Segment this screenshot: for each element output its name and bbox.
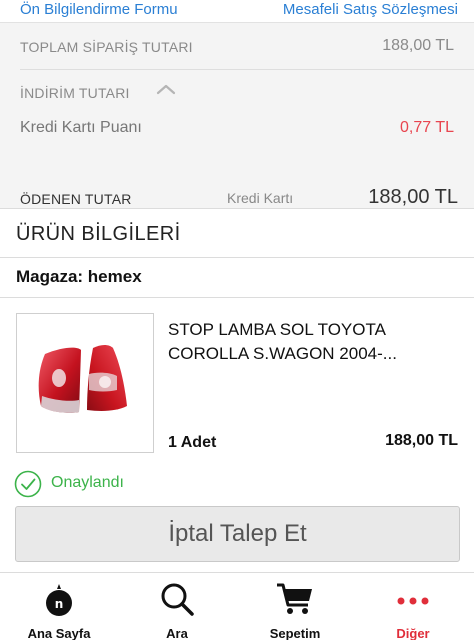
discount-row[interactable]: İNDİRİM TUTARI bbox=[0, 81, 474, 105]
search-icon bbox=[161, 583, 194, 616]
order-summary: TOPLAM SİPARİŞ TUTARI 188,00 TL İNDİRİM … bbox=[0, 22, 474, 208]
product-price: 188,00 TL bbox=[385, 432, 458, 449]
credit-points-row: Kredi Kartı Puanı 0,77 TL bbox=[0, 115, 474, 141]
tab-search[interactable]: Ara bbox=[118, 573, 236, 640]
top-links-bar: Ön Bilgilendirme Formu Mesafeli Satış Sö… bbox=[0, 0, 474, 22]
svg-text:n: n bbox=[55, 597, 64, 611]
paid-value: 188,00 TL bbox=[368, 186, 458, 208]
store-name: Magaza: hemex bbox=[16, 267, 142, 286]
product-info-header: ÜRÜN BİLGİLERİ bbox=[0, 208, 474, 258]
tab-cart-label: Sepetim bbox=[269, 626, 321, 640]
tab-home-label: Ana Sayfa bbox=[27, 626, 91, 640]
product-title[interactable]: STOP LAMBA SOL TOYOTA COROLLA S.WAGON 20… bbox=[168, 318, 458, 366]
discount-label: İNDİRİM TUTARI bbox=[20, 85, 130, 101]
product-image[interactable] bbox=[16, 313, 154, 453]
summary-divider bbox=[20, 69, 474, 70]
tail-lights-picture bbox=[38, 345, 127, 413]
paid-row: ÖDENEN TUTAR Kredi Kartı 188,00 TL bbox=[0, 179, 474, 209]
chevron-up-icon[interactable] bbox=[156, 83, 176, 95]
tab-home[interactable]: n Ana Sayfa bbox=[0, 573, 118, 640]
paid-method: Kredi Kartı bbox=[227, 190, 294, 206]
total-value: 188,00 TL bbox=[382, 37, 454, 54]
cart-icon bbox=[277, 583, 312, 614]
tab-search-label: Ara bbox=[166, 626, 188, 640]
info-form-link[interactable]: Ön Bilgilendirme Formu bbox=[20, 1, 178, 18]
paid-label: ÖDENEN TUTAR bbox=[20, 191, 132, 207]
total-label: TOPLAM SİPARİŞ TUTARI bbox=[20, 39, 193, 55]
bottom-tab-bar: n Ana Sayfa Ara Sepetim Diğer bbox=[0, 572, 474, 640]
cancel-request-button[interactable]: İptal Talep Et bbox=[15, 506, 460, 562]
credit-points-label: Kredi Kartı Puanı bbox=[20, 119, 142, 136]
credit-points-value: 0,77 TL bbox=[400, 119, 454, 136]
store-divider bbox=[0, 297, 474, 298]
tab-cart[interactable]: Sepetim bbox=[236, 573, 354, 640]
check-circle-icon bbox=[14, 470, 42, 498]
tab-more[interactable]: Diğer bbox=[354, 573, 472, 640]
home-logo-icon: n bbox=[46, 584, 72, 616]
total-row: TOPLAM SİPARİŞ TUTARI 188,00 TL bbox=[0, 23, 474, 69]
approved-label: Onaylandı bbox=[51, 474, 124, 491]
tab-more-label: Diğer bbox=[396, 626, 430, 640]
more-dots-icon bbox=[397, 597, 429, 605]
product-info-title: ÜRÜN BİLGİLERİ bbox=[16, 223, 181, 245]
product-quantity: 1 Adet bbox=[168, 434, 217, 451]
distance-contract-link[interactable]: Mesafeli Satış Sözleşmesi bbox=[283, 1, 458, 18]
